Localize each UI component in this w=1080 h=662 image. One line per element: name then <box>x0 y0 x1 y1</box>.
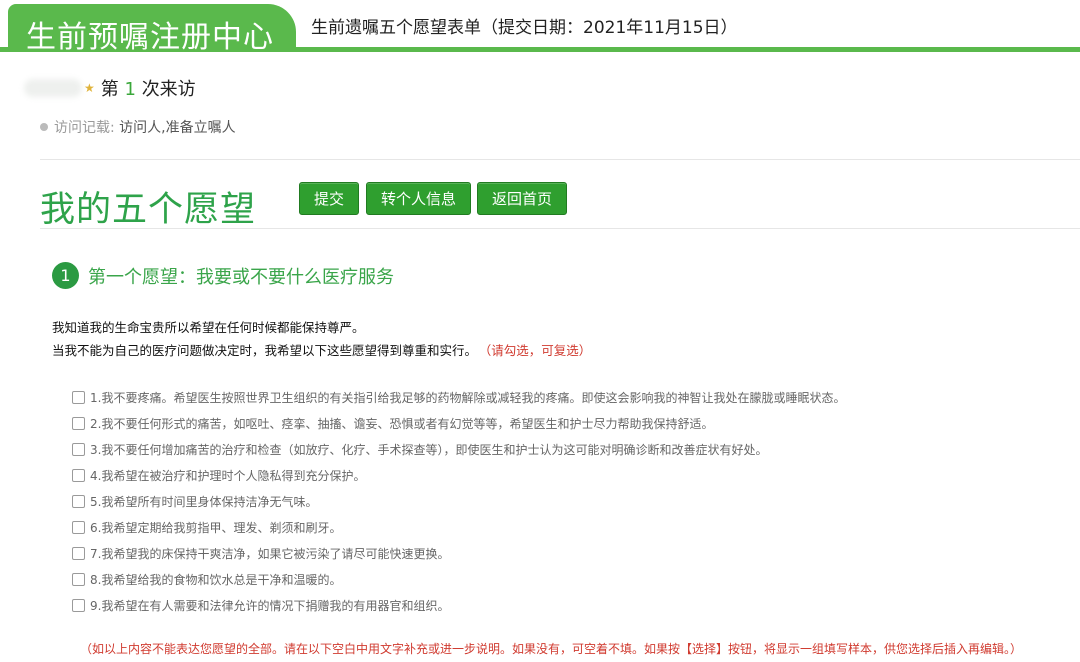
option-checkbox[interactable] <box>72 468 85 482</box>
option-label: 3.我不要任何增加痛苦的治疗和检查（如放疗、化疗、手术探查等），即使医生和护士认… <box>90 442 768 457</box>
visit-record: 访问记载: 访问人,准备立嘱人 <box>40 117 236 137</box>
blurred-username <box>24 79 82 97</box>
brand-tab: 生前预嘱注册中心 <box>8 4 296 55</box>
wish-option-5[interactable]: 5.我希望所有时间里身体保持洁净无气味。 <box>72 488 845 514</box>
form-title: 生前遗嘱五个愿望表单（提交日期：2021年11月15日） <box>311 18 738 38</box>
wish-option-4[interactable]: 4.我希望在被治疗和护理时个人隐私得到充分保护。 <box>72 462 845 488</box>
option-checkbox[interactable] <box>72 390 85 404</box>
option-label: 9.我希望在有人需要和法律允许的情况下捐赠我的有用器官和组织。 <box>90 598 450 613</box>
visitor-info: ★ 第 1 次来访 <box>24 74 196 102</box>
section-title: 第一个愿望：我要或不要什么医疗服务 <box>88 266 394 288</box>
record-value: 访问人,准备立嘱人 <box>119 120 236 136</box>
visit-prefix: 第 <box>100 79 119 100</box>
wish-options-list: 1.我不要疼痛。希望医生按照世界卫生组织的有关指引给我足够的药物解除或减轻我的疼… <box>72 384 845 618</box>
wish-option-9[interactable]: 9.我希望在有人需要和法律允许的情况下捐赠我的有用器官和组织。 <box>72 592 845 618</box>
section-heading: 1 第一个愿望：我要或不要什么医疗服务 <box>52 262 394 289</box>
divider <box>40 228 1080 229</box>
option-label: 6.我希望定期给我剪指甲、理发、剃须和刷牙。 <box>90 520 342 535</box>
option-checkbox[interactable] <box>72 520 85 534</box>
select-hint: （请勾选，可复选） <box>485 343 592 358</box>
bullet-dot-icon <box>40 123 48 131</box>
option-label: 8.我希望给我的食物和饮水总是干净和温暖的。 <box>90 572 342 587</box>
intro-text-2: 当我不能为自己的医疗问题做决定时，我希望以下这些愿望得到尊重和实行。 <box>52 343 478 358</box>
option-label: 7.我希望我的床保持干爽洁净，如果它被污染了请尽可能快速更换。 <box>90 546 450 561</box>
visit-suffix: 次来访 <box>141 79 196 100</box>
wish-option-7[interactable]: 7.我希望我的床保持干爽洁净，如果它被污染了请尽可能快速更换。 <box>72 540 845 566</box>
wish-option-8[interactable]: 8.我希望给我的食物和饮水总是干净和温暖的。 <box>72 566 845 592</box>
option-checkbox[interactable] <box>72 416 85 430</box>
visit-count: 1 <box>124 79 136 100</box>
option-checkbox[interactable] <box>72 546 85 560</box>
supplement-note: （如以上内容不能表达您愿望的全部。请在以下空白中用文字补充或进一步说明。如果没有… <box>80 642 1023 656</box>
option-checkbox[interactable] <box>72 572 85 586</box>
star-icon: ★ <box>84 81 95 95</box>
home-button[interactable]: 返回首页 <box>477 182 567 215</box>
option-checkbox[interactable] <box>72 494 85 508</box>
brand-title: 生前预嘱注册中心 <box>26 20 274 55</box>
option-label: 2.我不要任何形式的痛苦，如呕吐、痉挛、抽搐、谵妄、恐惧或者有幻觉等等，希望医生… <box>90 416 714 431</box>
option-label: 4.我希望在被治疗和护理时个人隐私得到充分保护。 <box>90 468 366 483</box>
header-bar: 生前预嘱注册中心 生前遗嘱五个愿望表单（提交日期：2021年11月15日） <box>0 0 1080 55</box>
wish-option-2[interactable]: 2.我不要任何形式的痛苦，如呕吐、痉挛、抽搐、谵妄、恐惧或者有幻觉等等，希望医生… <box>72 410 845 436</box>
option-label: 1.我不要疼痛。希望医生按照世界卫生组织的有关指引给我足够的药物解除或减轻我的疼… <box>90 390 846 405</box>
option-checkbox[interactable] <box>72 598 85 612</box>
wish-option-6[interactable]: 6.我希望定期给我剪指甲、理发、剃须和刷牙。 <box>72 514 845 540</box>
visit-count-text: 第 1 次来访 <box>101 75 196 101</box>
personal-info-button[interactable]: 转个人信息 <box>366 182 471 215</box>
option-label: 5.我希望所有时间里身体保持洁净无气味。 <box>90 494 318 509</box>
section-number-badge: 1 <box>52 262 79 289</box>
submit-button[interactable]: 提交 <box>299 182 359 215</box>
intro-line-1: 我知道我的生命宝贵所以希望在任何时候都能保持尊严。 <box>52 317 365 336</box>
wish-option-1[interactable]: 1.我不要疼痛。希望医生按照世界卫生组织的有关指引给我足够的药物解除或减轻我的疼… <box>72 384 845 410</box>
wish-option-3[interactable]: 3.我不要任何增加痛苦的治疗和检查（如放疗、化疗、手术探查等），即使医生和护士认… <box>72 436 845 462</box>
intro-text-1: 我知道我的生命宝贵所以希望在任何时候都能保持尊严。 <box>52 320 365 335</box>
page-title: 我的五个愿望 <box>40 190 257 230</box>
record-label: 访问记载: <box>54 120 115 136</box>
divider <box>40 159 1080 160</box>
intro-line-2: 当我不能为自己的医疗问题做决定时，我希望以下这些愿望得到尊重和实行。 （请勾选，可… <box>52 340 591 359</box>
option-checkbox[interactable] <box>72 442 85 456</box>
